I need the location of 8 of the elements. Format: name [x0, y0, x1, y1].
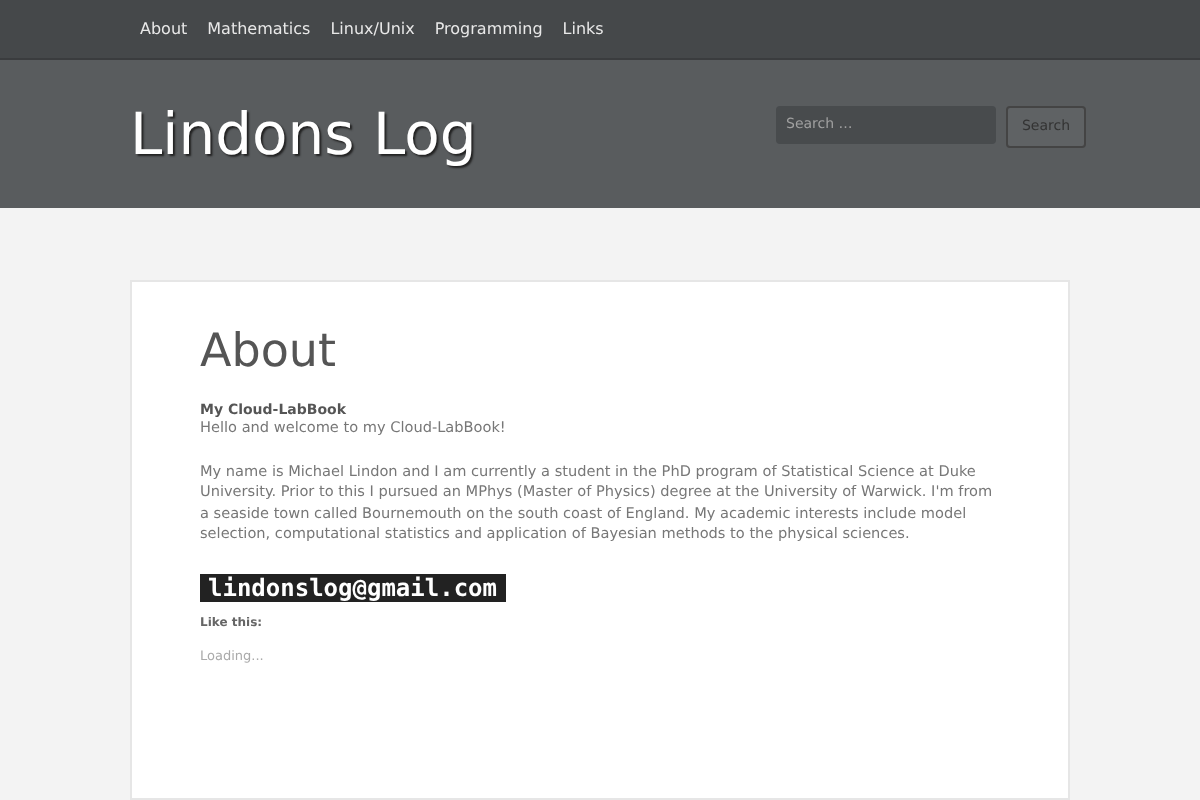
page-title: About — [200, 326, 339, 378]
site-title[interactable]: Lindons Log — [130, 100, 477, 168]
nav-link[interactable]: About — [140, 20, 188, 38]
email-address: lindonslog@gmail.com — [200, 573, 505, 601]
nav-link[interactable]: Mathematics — [207, 20, 311, 38]
nav-link[interactable]: Links — [562, 20, 604, 38]
nav-link[interactable]: Programming — [434, 20, 543, 38]
nav-link[interactable]: Linux/Unix — [330, 20, 415, 38]
